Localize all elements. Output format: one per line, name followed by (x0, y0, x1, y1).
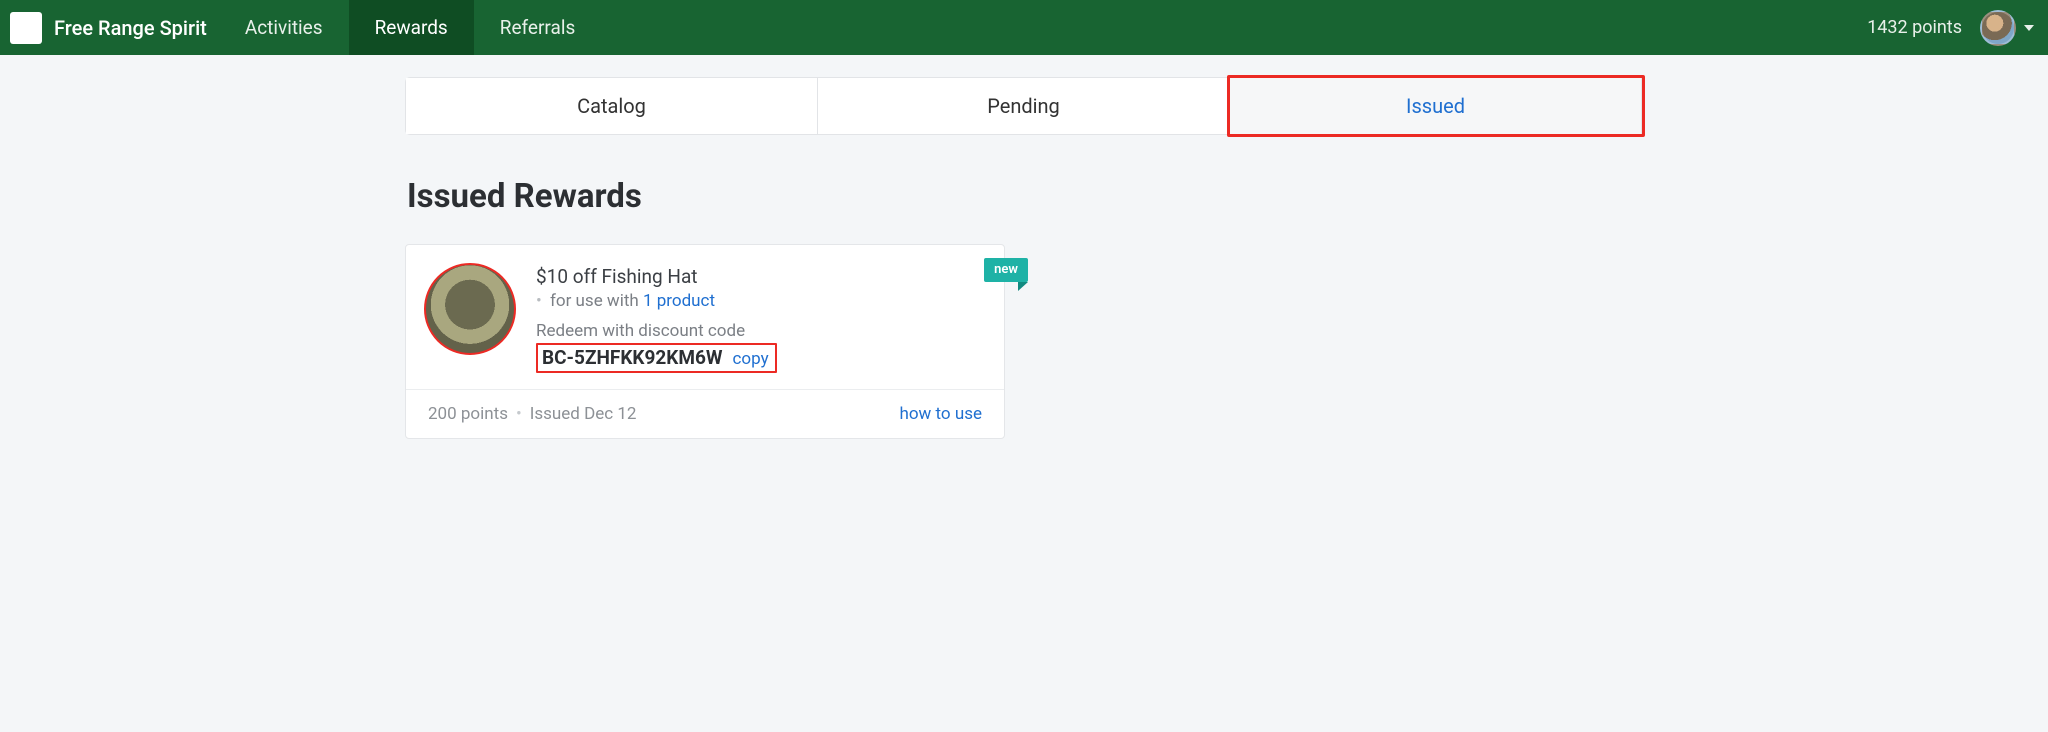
nav-item-referrals[interactable]: Referrals (474, 0, 602, 55)
product-link[interactable]: 1 product (643, 291, 715, 311)
tab-issued[interactable]: Issued (1230, 78, 1642, 134)
points-cost: 200 points (428, 404, 508, 424)
tab-pending[interactable]: Pending (818, 78, 1230, 134)
nav-item-rewards[interactable]: Rewards (349, 0, 474, 55)
copy-button[interactable]: copy (733, 349, 769, 369)
card-footer: 200 points • Issued Dec 12 how to use (406, 389, 1004, 438)
card-body: $10 off Fishing Hat • for use with 1 pro… (406, 245, 1004, 389)
subtabs: Catalog Pending Issued (405, 77, 1643, 135)
brand-name: Free Range Spirit (54, 16, 207, 40)
reward-card: new $10 off Fishing Hat • for use with 1… (405, 244, 1005, 439)
separator-dot: • (516, 404, 522, 424)
discount-code: BC-5ZHFKK92KM6W (542, 346, 723, 369)
brand[interactable]: Free Range Spirit (10, 12, 219, 44)
use-with-prefix: for use with (550, 291, 639, 311)
product-image (424, 263, 516, 355)
new-badge: new (984, 258, 1028, 282)
issued-date: Issued Dec 12 (530, 404, 637, 424)
nav-item-activities[interactable]: Activities (219, 0, 349, 55)
reward-title: $10 off Fishing Hat (536, 265, 982, 288)
main-content: Catalog Pending Issued Issued Rewards ne… (401, 55, 1647, 439)
bullet-icon: • (536, 291, 542, 311)
tab-catalog[interactable]: Catalog (406, 78, 818, 134)
code-row: BC-5ZHFKK92KM6W copy (536, 343, 777, 373)
brand-logo (10, 12, 42, 44)
avatar (1980, 10, 2016, 46)
nav-items: Activities Rewards Referrals (219, 0, 601, 55)
page-title: Issued Rewards (407, 177, 1643, 216)
redeem-label: Redeem with discount code (536, 321, 982, 341)
use-with-line: • for use with 1 product (536, 291, 982, 311)
card-info: $10 off Fishing Hat • for use with 1 pro… (536, 263, 982, 373)
points-display: 1432 points (1867, 17, 1980, 38)
user-menu[interactable] (1980, 10, 2034, 46)
topbar: Free Range Spirit Activities Rewards Ref… (0, 0, 2048, 55)
chevron-down-icon (2024, 25, 2034, 31)
how-to-use-link[interactable]: how to use (899, 404, 982, 424)
